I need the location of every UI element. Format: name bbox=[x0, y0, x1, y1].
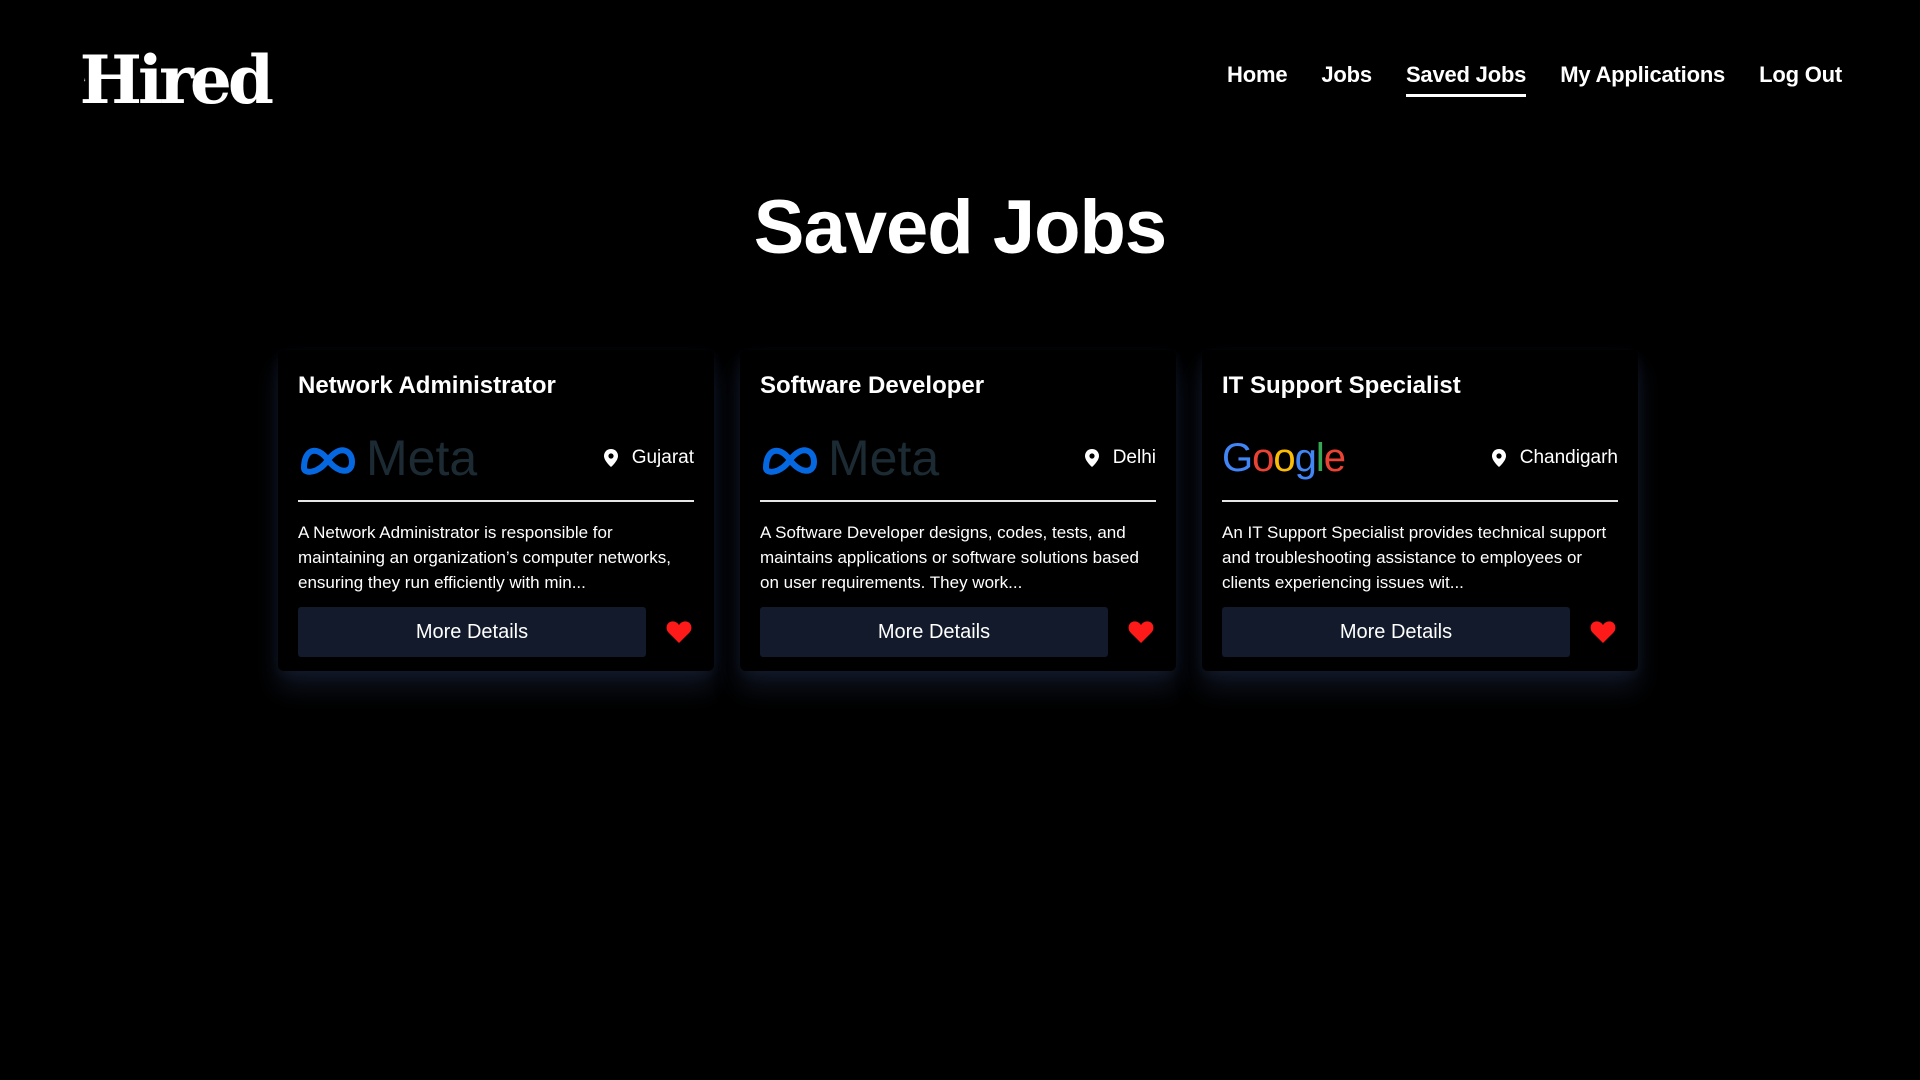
job-meta-row: Meta Gujarat bbox=[298, 430, 694, 486]
job-card: IT Support Specialist Google Chandigarh bbox=[1202, 350, 1638, 671]
job-location: Chandigarh bbox=[1491, 447, 1618, 469]
company-logo-google: Google bbox=[1222, 434, 1346, 482]
heart-icon[interactable] bbox=[1590, 620, 1616, 644]
more-details-button[interactable]: More Details bbox=[760, 607, 1108, 657]
company-logo-meta: Meta bbox=[298, 430, 478, 486]
company-name: Meta bbox=[366, 430, 478, 486]
job-title: Software Developer bbox=[760, 372, 985, 399]
nav-home[interactable]: Home bbox=[1227, 62, 1288, 97]
card-actions: More Details bbox=[1222, 607, 1618, 657]
heart-icon[interactable] bbox=[666, 620, 692, 644]
card-actions: More Details bbox=[298, 607, 694, 657]
nav-jobs[interactable]: Jobs bbox=[1321, 62, 1372, 97]
nav-saved-jobs[interactable]: Saved Jobs bbox=[1405, 62, 1526, 97]
page: Hired Home Jobs Saved Jobs My Applicatio… bbox=[0, 0, 1920, 1080]
location-label: Chandigarh bbox=[1519, 447, 1618, 468]
hired-logo[interactable]: Hired bbox=[80, 24, 274, 136]
saved-jobs-list: Network Administrator Meta Gujarat A Net… bbox=[278, 350, 1638, 671]
map-pin-icon bbox=[603, 449, 618, 467]
map-pin-icon bbox=[1084, 449, 1099, 467]
job-meta-row: Google Chandigarh bbox=[1222, 434, 1618, 482]
meta-infinity-icon bbox=[763, 447, 817, 475]
more-details-button[interactable]: More Details bbox=[1222, 607, 1570, 657]
card-divider bbox=[1222, 500, 1618, 502]
job-card: Network Administrator Meta Gujarat A Net… bbox=[278, 350, 714, 671]
job-description: A Software Developer designs, codes, tes… bbox=[760, 523, 1139, 592]
job-meta-row: Meta Delhi bbox=[760, 430, 1156, 486]
job-location: Delhi bbox=[1084, 447, 1156, 469]
job-description: A Network Administrator is responsible f… bbox=[298, 523, 671, 592]
nav-log-out[interactable]: Log Out bbox=[1759, 62, 1842, 97]
job-title: IT Support Specialist bbox=[1222, 372, 1461, 399]
map-pin-icon bbox=[1491, 449, 1506, 467]
heart-icon[interactable] bbox=[1128, 620, 1154, 644]
job-location: Gujarat bbox=[603, 447, 694, 469]
company-logo-meta: Meta bbox=[760, 430, 940, 486]
job-card: Software Developer Meta Delhi A Software… bbox=[740, 350, 1176, 671]
company-name: Meta bbox=[828, 430, 940, 486]
brand-wordmark: Hired bbox=[79, 41, 274, 119]
meta-infinity-icon bbox=[301, 447, 355, 475]
main-nav: Home Jobs Saved Jobs My Applications Log… bbox=[1227, 62, 1842, 97]
card-actions: More Details bbox=[760, 607, 1156, 657]
card-divider bbox=[760, 500, 1156, 502]
page-title: Saved Jobs bbox=[753, 185, 1167, 270]
job-title: Network Administrator bbox=[298, 372, 556, 399]
location-label: Gujarat bbox=[631, 447, 694, 468]
more-details-button[interactable]: More Details bbox=[298, 607, 646, 657]
location-label: Delhi bbox=[1112, 447, 1156, 468]
card-divider bbox=[298, 500, 694, 502]
job-description: An IT Support Specialist provides techni… bbox=[1222, 523, 1607, 592]
company-name: Google bbox=[1222, 436, 1346, 480]
nav-my-applications[interactable]: My Applications bbox=[1560, 62, 1725, 97]
